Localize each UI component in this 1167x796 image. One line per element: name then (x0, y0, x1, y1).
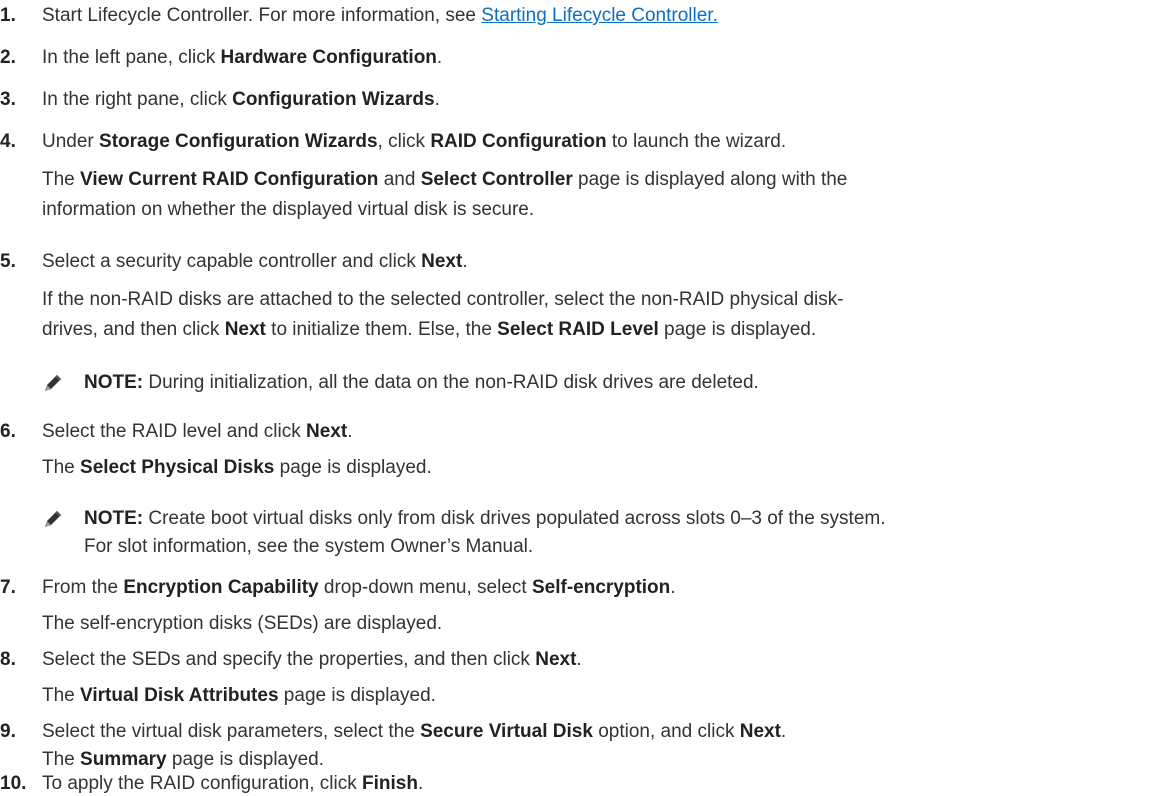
ui-term: Encryption Capability (123, 577, 319, 598)
text-run: to initialize them. Else, the (265, 319, 498, 340)
text-run: page is displayed along with the (572, 169, 848, 190)
text-run: The (42, 685, 81, 706)
text-run: , click (377, 131, 431, 152)
ui-term: Self-encryption (531, 577, 671, 598)
text-run: option, and click (592, 721, 740, 742)
text-run: . (576, 649, 582, 670)
text-run: Select a security capable controller and… (42, 251, 422, 272)
text-run: . (347, 421, 353, 442)
text-run: . (670, 577, 676, 598)
step-text: In the left pane, click Hardware Configu… (42, 46, 442, 70)
ui-term: Storage Configuration Wizards (99, 131, 378, 152)
step-number: 8. (0, 649, 16, 670)
step-5-result-line-2: drives, and then click Next to initializ… (42, 318, 1152, 342)
step-number: 1. (0, 5, 16, 26)
step-text: To apply the RAID configuration, click F… (42, 772, 423, 796)
step-text: Select the RAID level and click Next. (42, 420, 352, 444)
note-text-line-2: For slot information, see the system Own… (84, 532, 1154, 562)
text-run: Under (42, 131, 100, 152)
ui-term: Configuration Wizards (232, 89, 435, 110)
text-run: If the non-RAID disks are attached to th… (42, 289, 844, 310)
text-run: drives, and then click (42, 319, 225, 340)
text-run: . (417, 773, 424, 794)
text-run: In the right pane, click (42, 89, 233, 110)
text-run: . (434, 89, 440, 110)
text-run: page is displayed. (658, 319, 817, 340)
ui-term: Next (535, 649, 577, 670)
text-run: Select the SEDs and specify the properti… (42, 649, 536, 670)
step-text: Select the virtual disk parameters, sele… (42, 720, 786, 744)
step-number: 7. (0, 577, 16, 598)
note-text: NOTE: During initialization, all the dat… (84, 368, 1154, 398)
ui-term: NOTE: (84, 372, 144, 393)
text-run: drop-down menu, select (318, 577, 532, 598)
ui-term: Next (421, 251, 463, 272)
step-number: 3. (0, 89, 16, 110)
step-text: Under Storage Configuration Wizards, cli… (42, 130, 786, 154)
ui-term: View Current RAID Configuration (80, 169, 379, 190)
text-run: and (378, 169, 421, 190)
ui-term: Next (306, 421, 348, 442)
ui-term: Next (224, 319, 266, 340)
pencil-note-icon (43, 373, 63, 393)
note-boot-virtual-disks: NOTE: Create boot virtual disks only fro… (42, 504, 1152, 564)
step-text: From the Encryption Capability drop-down… (42, 576, 676, 600)
ui-term: Next (739, 721, 781, 742)
ui-term: Hardware Configuration (220, 47, 437, 68)
step-number: 4. (0, 131, 16, 152)
text-run: For slot information, see the system Own… (84, 536, 534, 557)
step-number: 5. (0, 251, 16, 272)
ui-term: Secure Virtual Disk (420, 721, 593, 742)
text-run: The (42, 169, 81, 190)
text-run: In the left pane, click (42, 47, 221, 68)
ui-term: Select RAID Level (497, 319, 659, 340)
ui-term: RAID Configuration (430, 131, 607, 152)
note-initialization: NOTE: During initialization, all the dat… (42, 368, 1152, 398)
text-run: page is displayed. (274, 457, 432, 478)
text-run: During initialization, all the data on t… (143, 372, 759, 393)
ui-term: Summary (80, 749, 167, 770)
step-number: 2. (0, 47, 16, 68)
text-run: Start Lifecycle Controller. For more inf… (42, 5, 482, 26)
step-6-result: The Select Physical Disks page is displa… (42, 456, 1152, 480)
step-text: Select the SEDs and specify the properti… (42, 648, 582, 672)
step-number: 6. (0, 421, 16, 442)
text-run: information on whether the displayed vir… (42, 199, 535, 220)
ui-term: Virtual Disk Attributes (80, 685, 279, 706)
step-4-result-line-2: information on whether the displayed vir… (42, 198, 1152, 222)
step-9-result: The Summary page is displayed. (42, 748, 1152, 772)
starting-lifecycle-controller-link[interactable]: Starting Lifecycle Controller. (481, 5, 718, 26)
step-text: Start Lifecycle Controller. For more inf… (42, 4, 718, 28)
step-7-result: The self-encryption disks (SEDs) are dis… (42, 612, 1152, 636)
pencil-note-icon (43, 509, 63, 529)
text-run: page is displayed. (278, 685, 436, 706)
step-text: Select a security capable controller and… (42, 250, 468, 274)
note-text-line-1: NOTE: Create boot virtual disks only fro… (84, 504, 1154, 534)
step-8-result: The Virtual Disk Attributes page is disp… (42, 684, 1152, 708)
text-run: Select the RAID level and click (42, 421, 307, 442)
text-run: To apply the RAID configuration, click (42, 773, 362, 794)
text-run: The (42, 749, 81, 770)
text-run: The (42, 457, 81, 478)
text-run: to launch the wizard. (606, 131, 787, 152)
step-4-result-line-1: The View Current RAID Configuration and … (42, 168, 1152, 192)
step-text: In the right pane, click Configuration W… (42, 88, 440, 112)
text-run: Create boot virtual disks only from disk… (143, 508, 886, 529)
text-run: page is displayed. (166, 749, 325, 770)
text-run: The self-encryption disks (SEDs) are dis… (42, 613, 443, 634)
text-run: . (462, 251, 468, 272)
instruction-document: 1. Start Lifecycle Controller. For more … (0, 0, 1167, 795)
step-number: 10. (0, 773, 27, 794)
text-run: From the (42, 577, 124, 598)
ui-term: NOTE: (84, 508, 144, 529)
text-run: Select the virtual disk parameters, sele… (42, 721, 421, 742)
ui-term: Finish (362, 773, 418, 794)
ui-term: Select Physical Disks (80, 457, 275, 478)
ui-term: Select Controller (420, 169, 573, 190)
step-number: 9. (0, 721, 16, 742)
text-run: . (780, 721, 787, 742)
step-5-result-line-1: If the non-RAID disks are attached to th… (42, 288, 1152, 312)
text-run: . (436, 47, 443, 68)
